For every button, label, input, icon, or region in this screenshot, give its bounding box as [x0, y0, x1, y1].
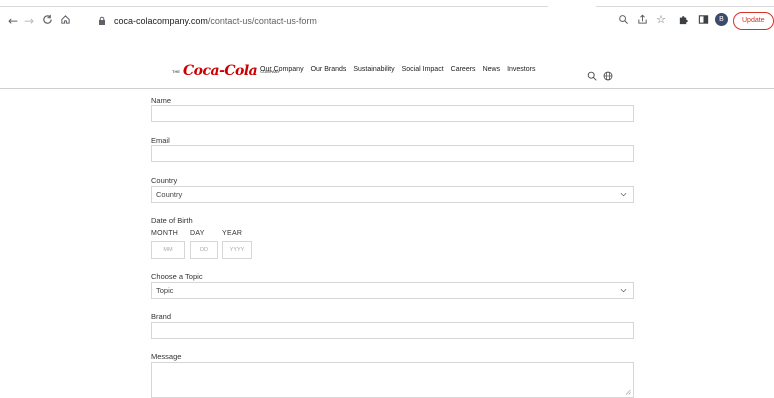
name-label: Name: [151, 96, 172, 105]
extensions-icon[interactable]: [677, 14, 689, 26]
topic-select[interactable]: Topic: [151, 282, 634, 299]
month-label: MONTH: [151, 230, 179, 237]
message-textarea[interactable]: [151, 362, 634, 398]
reload-icon[interactable]: [40, 14, 54, 28]
chevron-down-icon: [620, 192, 627, 197]
header-divider: [0, 88, 774, 89]
month-input[interactable]: MM: [151, 241, 185, 259]
forward-icon[interactable]: →: [22, 14, 36, 28]
nav-social-impact[interactable]: Social Impact: [402, 66, 444, 73]
day-input[interactable]: DD: [190, 241, 218, 259]
profile-avatar[interactable]: B: [715, 13, 728, 26]
brand-the: THE: [172, 68, 180, 74]
bookmark-star-icon[interactable]: ☆: [655, 14, 667, 26]
share-icon[interactable]: [636, 14, 648, 26]
chevron-down-icon: [620, 288, 627, 293]
brand-label: Brand: [151, 312, 172, 321]
nav-our-brands[interactable]: Our Brands: [311, 66, 347, 73]
side-panel-icon[interactable]: [697, 14, 709, 26]
back-icon[interactable]: ←: [6, 14, 20, 28]
main-nav: Our Company Our Brands Sustainability So…: [260, 66, 535, 73]
country-label: Country: [151, 176, 178, 185]
address-bar[interactable]: coca-colacompany.com/contact-us/contact-…: [98, 12, 678, 30]
search-icon[interactable]: [587, 66, 597, 81]
nav-news[interactable]: News: [483, 66, 501, 73]
nav-sustainability[interactable]: Sustainability: [353, 66, 394, 73]
nav-our-company[interactable]: Our Company: [260, 66, 304, 73]
zoom-icon[interactable]: [617, 14, 629, 26]
brand-script: Coca-Cola: [183, 63, 258, 79]
tab-divider: [0, 6, 548, 7]
home-icon[interactable]: [58, 14, 72, 28]
url-path: /contact-us/contact-us-form: [207, 16, 317, 26]
nav-careers[interactable]: Careers: [451, 66, 476, 73]
brand-input[interactable]: [151, 322, 634, 339]
url-text: coca-colacompany.com/contact-us/contact-…: [114, 16, 317, 26]
topic-select-value: Topic: [156, 286, 174, 295]
dob-label: Date of Birth: [151, 216, 193, 225]
message-label: Message: [151, 352, 182, 361]
country-select[interactable]: Country: [151, 186, 634, 203]
tab-strip: [0, 0, 774, 8]
lock-icon: [99, 16, 105, 25]
nav-investors[interactable]: Investors: [507, 66, 535, 73]
email-input[interactable]: [151, 145, 634, 162]
year-input[interactable]: YYYY: [222, 241, 252, 259]
resize-handle-icon[interactable]: [625, 389, 631, 395]
tab-divider: [596, 6, 774, 7]
browser-toolbar: ← → coca-colacompany.com/contact-us/cont…: [0, 0, 774, 40]
email-label: Email: [151, 136, 170, 145]
year-label: YEAR: [222, 230, 243, 237]
day-label: DAY: [190, 230, 205, 237]
update-button[interactable]: Update: [733, 12, 774, 30]
topic-label: Choose a Topic: [151, 272, 203, 281]
url-host: coca-colacompany.com: [114, 16, 208, 26]
country-select-value: Country: [156, 190, 183, 199]
globe-icon[interactable]: [603, 66, 613, 81]
name-input[interactable]: [151, 105, 634, 122]
